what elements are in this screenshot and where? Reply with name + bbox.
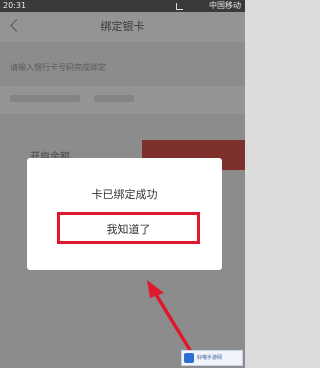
success-dialog: 卡已绑定成功 我知道了 [27,158,222,270]
status-carrier: 中国移动 [209,1,241,10]
watermark-logo-icon [184,353,194,363]
signal-icon [176,3,183,10]
app-screen: 20:31 中国移动 绑定银卡 请输入银行卡号码完成绑定 开启余额 卡已绑定成功… [0,0,245,368]
watermark-text: 好哦手游网 [197,355,223,361]
status-time: 20:31 [3,1,27,10]
got-it-button[interactable]: 我知道了 [57,212,200,244]
dialog-message: 卡已绑定成功 [91,188,158,201]
watermark-badge: 好哦手游网 [181,350,243,366]
status-bar: 20:31 中国移动 [0,0,245,12]
got-it-button-label: 我知道了 [106,223,151,236]
